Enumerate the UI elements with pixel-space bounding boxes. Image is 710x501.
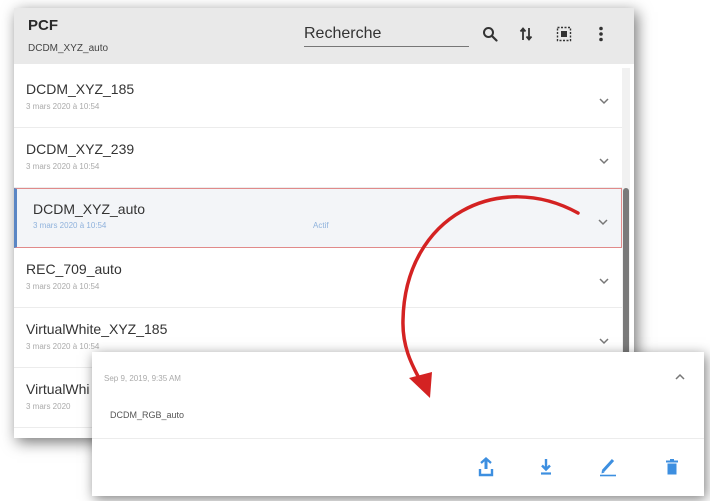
upload-icon[interactable] [476, 456, 496, 478]
list-item[interactable]: REC_709_auto 3 mars 2020 à 10:54 [14, 248, 622, 308]
sort-icon[interactable] [514, 22, 538, 46]
item-date: 3 mars 2020 à 10:54 [26, 162, 100, 171]
detail-date: Sep 9, 2019, 9:35 AM [104, 374, 181, 383]
chevron-up-icon[interactable] [674, 370, 686, 382]
chevron-down-icon[interactable] [598, 94, 610, 106]
chevron-down-icon[interactable] [597, 215, 609, 227]
app-title: PCF [28, 17, 58, 34]
chevron-down-icon[interactable] [598, 154, 610, 166]
list-item[interactable]: DCDM_XYZ_185 3 mars 2020 à 10:54 [14, 68, 622, 128]
scroll-thumb[interactable] [623, 188, 629, 358]
status-badge: Actif [313, 221, 329, 230]
item-name: DCDM_XYZ_239 [26, 141, 135, 157]
item-date: 3 mars 2020 à 10:54 [33, 221, 107, 230]
item-name: DCDM_XYZ_auto [33, 201, 146, 217]
app-header: PCF DCDM_XYZ_auto [14, 8, 634, 64]
edit-icon[interactable] [598, 456, 618, 478]
search-icon[interactable] [478, 22, 502, 46]
item-name: VirtualWhi [26, 381, 90, 397]
item-date: 3 mars 2020 [26, 402, 71, 411]
chevron-down-icon[interactable] [598, 334, 610, 346]
select-all-icon[interactable] [552, 22, 576, 46]
list-item-active[interactable]: DCDM_XYZ_auto 3 mars 2020 à 10:54 Actif [14, 188, 622, 248]
item-date: 3 mars 2020 à 10:54 [26, 282, 100, 291]
list-item[interactable]: DCDM_XYZ_239 3 mars 2020 à 10:54 [14, 128, 622, 188]
chevron-down-icon[interactable] [598, 274, 610, 286]
download-icon[interactable] [536, 456, 556, 478]
detail-name: DCDM_RGB_auto [110, 410, 185, 420]
app-subtitle: DCDM_XYZ_auto [28, 43, 109, 54]
item-name: VirtualWhite_XYZ_185 [26, 321, 168, 337]
detail-card: Sep 9, 2019, 9:35 AM DCDM_RGB_auto [92, 352, 704, 496]
more-vert-icon[interactable] [589, 22, 613, 46]
item-name: DCDM_XYZ_185 [26, 81, 135, 97]
item-date: 3 mars 2020 à 10:54 [26, 342, 100, 351]
delete-icon[interactable] [662, 456, 682, 478]
item-name: REC_709_auto [26, 261, 122, 277]
divider [92, 438, 704, 439]
search-input[interactable] [304, 21, 469, 47]
item-date: 3 mars 2020 à 10:54 [26, 102, 100, 111]
